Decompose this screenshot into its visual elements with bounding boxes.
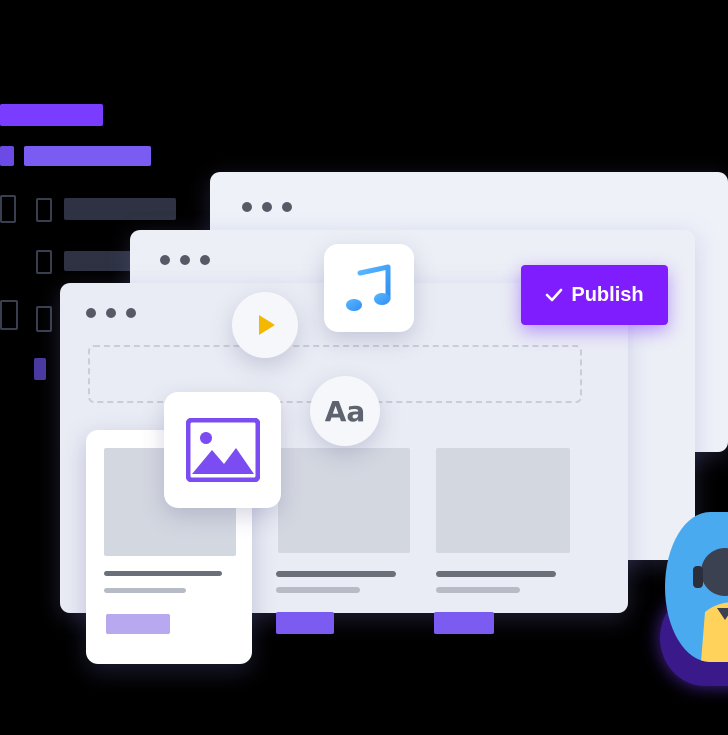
play-button[interactable] [232,292,298,358]
text-line [276,587,360,593]
music-card[interactable] [324,244,414,332]
window-dot [262,202,272,212]
window-dot [86,308,96,318]
left-bar-4 [64,251,132,271]
card-button[interactable] [276,612,334,634]
text-line [276,571,396,577]
phone-text-line [104,571,222,576]
text-line [436,587,520,593]
left-bar-3-icon-b [36,198,52,222]
left-bar-1 [0,104,103,126]
left-bar-5-icon-b [36,306,52,332]
card-button[interactable] [434,612,494,634]
window-dot [126,308,136,318]
text-line [436,571,556,577]
window-dot [242,202,252,212]
left-bar-5-icon-a [0,300,18,330]
image-card[interactable] [164,392,281,508]
content-placeholder [436,448,570,553]
window-dot [282,202,292,212]
left-bar-2 [24,146,151,166]
phone-text-line [104,588,186,593]
checkmark-icon [546,288,563,302]
window-dot [180,255,190,265]
content-placeholder [278,448,410,553]
publish-button[interactable]: Publish [521,265,668,325]
publish-label: Publish [571,283,644,306]
left-bar-2-icon [0,146,14,166]
music-note-icon [346,264,391,311]
left-bar-3-icon-a [0,195,16,223]
phone-button[interactable] [106,614,170,634]
window-dot [106,308,116,318]
left-bar-6-icon [34,358,46,380]
text-icon: Aa [324,394,366,428]
image-icon [185,418,260,482]
window-controls [242,202,292,212]
window-dot [160,255,170,265]
left-bar-4-icon [36,250,52,274]
window-controls [160,255,210,265]
play-icon [259,315,275,335]
window-dot [200,255,210,265]
text-style-button[interactable]: Aa [310,376,380,446]
window-controls [86,308,136,318]
left-bar-3 [64,198,176,220]
